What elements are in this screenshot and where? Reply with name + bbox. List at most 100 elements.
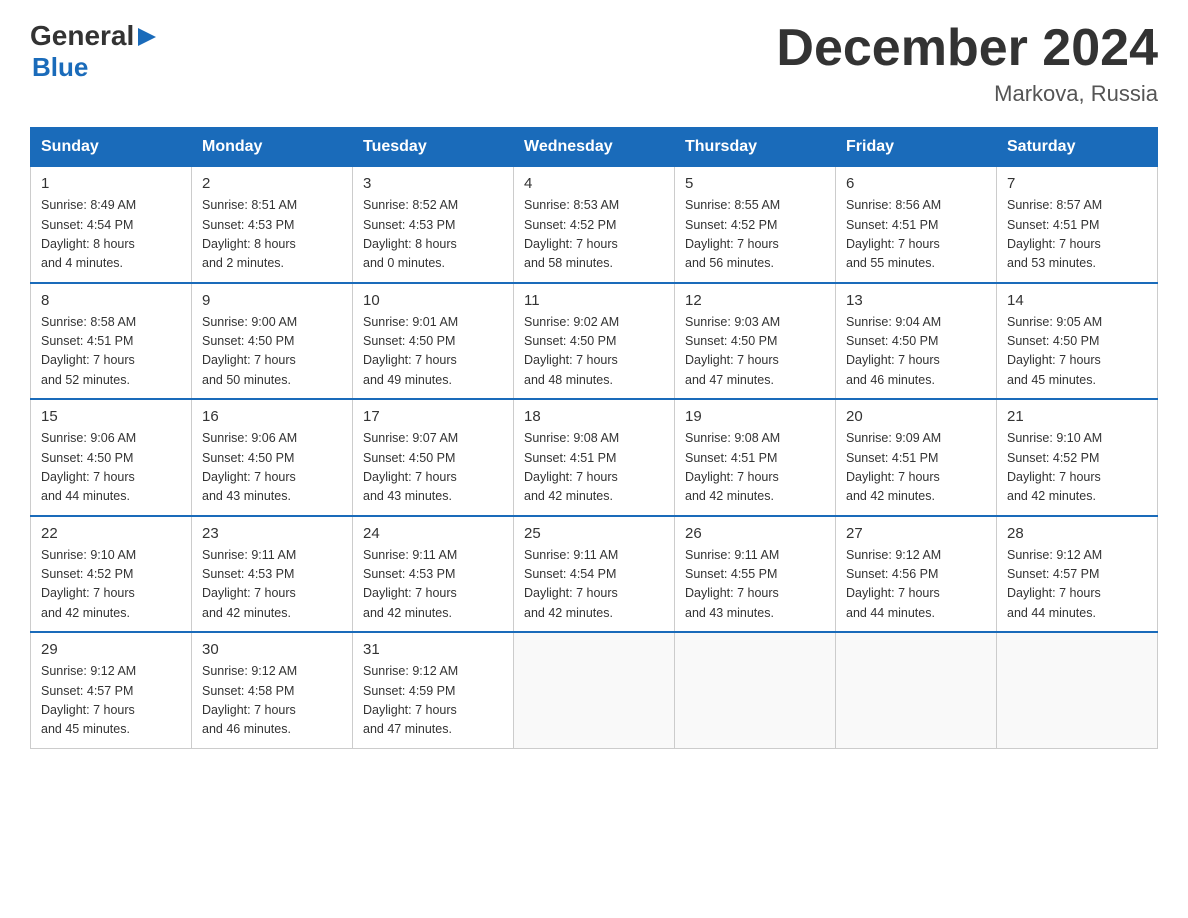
- day-number: 5: [685, 175, 825, 192]
- day-info: Sunrise: 9:08 AM Sunset: 4:51 PM Dayligh…: [685, 429, 825, 507]
- day-number: 24: [363, 525, 503, 542]
- calendar-table: SundayMondayTuesdayWednesdayThursdayFrid…: [30, 127, 1158, 749]
- location-subtitle: Markova, Russia: [776, 81, 1158, 107]
- day-info: Sunrise: 8:53 AM Sunset: 4:52 PM Dayligh…: [524, 196, 664, 274]
- day-number: 8: [41, 292, 181, 309]
- calendar-cell: 11Sunrise: 9:02 AM Sunset: 4:50 PM Dayli…: [514, 283, 675, 400]
- day-info: Sunrise: 9:10 AM Sunset: 4:52 PM Dayligh…: [41, 546, 181, 624]
- calendar-week-row: 29Sunrise: 9:12 AM Sunset: 4:57 PM Dayli…: [31, 632, 1158, 748]
- calendar-cell: 12Sunrise: 9:03 AM Sunset: 4:50 PM Dayli…: [675, 283, 836, 400]
- calendar-cell: 7 Sunrise: 8:57 AM Sunset: 4:51 PM Daylig…: [997, 167, 1158, 283]
- day-info: Sunrise: 9:12 AM Sunset: 4:59 PM Dayligh…: [363, 662, 503, 740]
- page-header: General Blue December 2024 Markova, Russ…: [30, 20, 1158, 107]
- day-info: Sunrise: 9:11 AM Sunset: 4:53 PM Dayligh…: [202, 546, 342, 624]
- calendar-week-row: 1 Sunrise: 8:49 AM Sunset: 4:54 PM Daylig…: [31, 167, 1158, 283]
- calendar-cell: 5 Sunrise: 8:55 AM Sunset: 4:52 PM Daylig…: [675, 167, 836, 283]
- weekday-header-row: SundayMondayTuesdayWednesdayThursdayFrid…: [31, 128, 1158, 167]
- calendar-cell: [836, 632, 997, 748]
- logo-triangle-icon: [136, 26, 158, 48]
- calendar-cell: 26Sunrise: 9:11 AM Sunset: 4:55 PM Dayli…: [675, 516, 836, 633]
- day-number: 15: [41, 408, 181, 425]
- logo-general-text: General: [30, 20, 134, 52]
- day-number: 25: [524, 525, 664, 542]
- day-info: Sunrise: 9:04 AM Sunset: 4:50 PM Dayligh…: [846, 313, 986, 391]
- calendar-cell: 31Sunrise: 9:12 AM Sunset: 4:59 PM Dayli…: [353, 632, 514, 748]
- day-info: Sunrise: 8:57 AM Sunset: 4:51 PM Dayligh…: [1007, 196, 1147, 274]
- day-number: 22: [41, 525, 181, 542]
- day-number: 13: [846, 292, 986, 309]
- calendar-cell: 20 Sunrise: 9:09 AM Sunset: 4:51 PM Dayli…: [836, 399, 997, 516]
- day-number: 23: [202, 525, 342, 542]
- weekday-header-friday: Friday: [836, 128, 997, 167]
- weekday-header-wednesday: Wednesday: [514, 128, 675, 167]
- day-number: 27: [846, 525, 986, 542]
- day-info: Sunrise: 9:08 AM Sunset: 4:51 PM Dayligh…: [524, 429, 664, 507]
- day-info: Sunrise: 8:51 AM Sunset: 4:53 PM Dayligh…: [202, 196, 342, 274]
- day-number: 30: [202, 641, 342, 658]
- day-number: 21: [1007, 408, 1147, 425]
- day-number: 2: [202, 175, 342, 192]
- calendar-cell: 17 Sunrise: 9:07 AM Sunset: 4:50 PM Dayli…: [353, 399, 514, 516]
- day-number: 14: [1007, 292, 1147, 309]
- day-info: Sunrise: 9:12 AM Sunset: 4:57 PM Dayligh…: [41, 662, 181, 740]
- day-number: 28: [1007, 525, 1147, 542]
- calendar-week-row: 8 Sunrise: 8:58 AM Sunset: 4:51 PM Daylig…: [31, 283, 1158, 400]
- calendar-cell: [675, 632, 836, 748]
- day-number: 16: [202, 408, 342, 425]
- day-info: Sunrise: 8:49 AM Sunset: 4:54 PM Dayligh…: [41, 196, 181, 274]
- weekday-header-saturday: Saturday: [997, 128, 1158, 167]
- calendar-cell: 28 Sunrise: 9:12 AM Sunset: 4:57 PM Dayli…: [997, 516, 1158, 633]
- day-info: Sunrise: 9:09 AM Sunset: 4:51 PM Dayligh…: [846, 429, 986, 507]
- calendar-cell: 22 Sunrise: 9:10 AM Sunset: 4:52 PM Dayli…: [31, 516, 192, 633]
- calendar-week-row: 22 Sunrise: 9:10 AM Sunset: 4:52 PM Dayli…: [31, 516, 1158, 633]
- calendar-cell: [997, 632, 1158, 748]
- day-number: 6: [846, 175, 986, 192]
- month-title: December 2024: [776, 20, 1158, 77]
- day-number: 4: [524, 175, 664, 192]
- logo: General Blue: [30, 20, 158, 83]
- calendar-cell: 29Sunrise: 9:12 AM Sunset: 4:57 PM Dayli…: [31, 632, 192, 748]
- day-number: 20: [846, 408, 986, 425]
- day-info: Sunrise: 9:06 AM Sunset: 4:50 PM Dayligh…: [41, 429, 181, 507]
- day-number: 1: [41, 175, 181, 192]
- day-info: Sunrise: 9:11 AM Sunset: 4:54 PM Dayligh…: [524, 546, 664, 624]
- calendar-cell: 24Sunrise: 9:11 AM Sunset: 4:53 PM Dayli…: [353, 516, 514, 633]
- day-info: Sunrise: 8:55 AM Sunset: 4:52 PM Dayligh…: [685, 196, 825, 274]
- weekday-header-sunday: Sunday: [31, 128, 192, 167]
- logo-blue-text: Blue: [32, 52, 88, 83]
- calendar-week-row: 15 Sunrise: 9:06 AM Sunset: 4:50 PM Dayli…: [31, 399, 1158, 516]
- calendar-cell: 3Sunrise: 8:52 AM Sunset: 4:53 PM Daylig…: [353, 167, 514, 283]
- calendar-cell: [514, 632, 675, 748]
- day-number: 26: [685, 525, 825, 542]
- day-info: Sunrise: 9:07 AM Sunset: 4:50 PM Dayligh…: [363, 429, 503, 507]
- calendar-cell: 14 Sunrise: 9:05 AM Sunset: 4:50 PM Dayli…: [997, 283, 1158, 400]
- calendar-cell: 2 Sunrise: 8:51 AM Sunset: 4:53 PM Daylig…: [192, 167, 353, 283]
- day-number: 18: [524, 408, 664, 425]
- title-block: December 2024 Markova, Russia: [776, 20, 1158, 107]
- calendar-cell: 16 Sunrise: 9:06 AM Sunset: 4:50 PM Dayli…: [192, 399, 353, 516]
- day-info: Sunrise: 8:58 AM Sunset: 4:51 PM Dayligh…: [41, 313, 181, 391]
- day-number: 19: [685, 408, 825, 425]
- day-info: Sunrise: 8:52 AM Sunset: 4:53 PM Dayligh…: [363, 196, 503, 274]
- day-info: Sunrise: 9:12 AM Sunset: 4:57 PM Dayligh…: [1007, 546, 1147, 624]
- day-info: Sunrise: 9:06 AM Sunset: 4:50 PM Dayligh…: [202, 429, 342, 507]
- calendar-cell: 13 Sunrise: 9:04 AM Sunset: 4:50 PM Dayli…: [836, 283, 997, 400]
- day-number: 9: [202, 292, 342, 309]
- weekday-header-tuesday: Tuesday: [353, 128, 514, 167]
- calendar-cell: 27 Sunrise: 9:12 AM Sunset: 4:56 PM Dayli…: [836, 516, 997, 633]
- day-info: Sunrise: 9:12 AM Sunset: 4:56 PM Dayligh…: [846, 546, 986, 624]
- calendar-cell: 19 Sunrise: 9:08 AM Sunset: 4:51 PM Dayli…: [675, 399, 836, 516]
- day-info: Sunrise: 9:05 AM Sunset: 4:50 PM Dayligh…: [1007, 313, 1147, 391]
- calendar-cell: 10Sunrise: 9:01 AM Sunset: 4:50 PM Dayli…: [353, 283, 514, 400]
- calendar-cell: 21 Sunrise: 9:10 AM Sunset: 4:52 PM Dayli…: [997, 399, 1158, 516]
- calendar-cell: 6Sunrise: 8:56 AM Sunset: 4:51 PM Daylig…: [836, 167, 997, 283]
- day-info: Sunrise: 9:10 AM Sunset: 4:52 PM Dayligh…: [1007, 429, 1147, 507]
- calendar-cell: 4 Sunrise: 8:53 AM Sunset: 4:52 PM Daylig…: [514, 167, 675, 283]
- calendar-cell: 18 Sunrise: 9:08 AM Sunset: 4:51 PM Dayli…: [514, 399, 675, 516]
- calendar-cell: 9Sunrise: 9:00 AM Sunset: 4:50 PM Daylig…: [192, 283, 353, 400]
- day-number: 17: [363, 408, 503, 425]
- day-info: Sunrise: 9:03 AM Sunset: 4:50 PM Dayligh…: [685, 313, 825, 391]
- calendar-cell: 1 Sunrise: 8:49 AM Sunset: 4:54 PM Daylig…: [31, 167, 192, 283]
- day-number: 7: [1007, 175, 1147, 192]
- day-info: Sunrise: 9:02 AM Sunset: 4:50 PM Dayligh…: [524, 313, 664, 391]
